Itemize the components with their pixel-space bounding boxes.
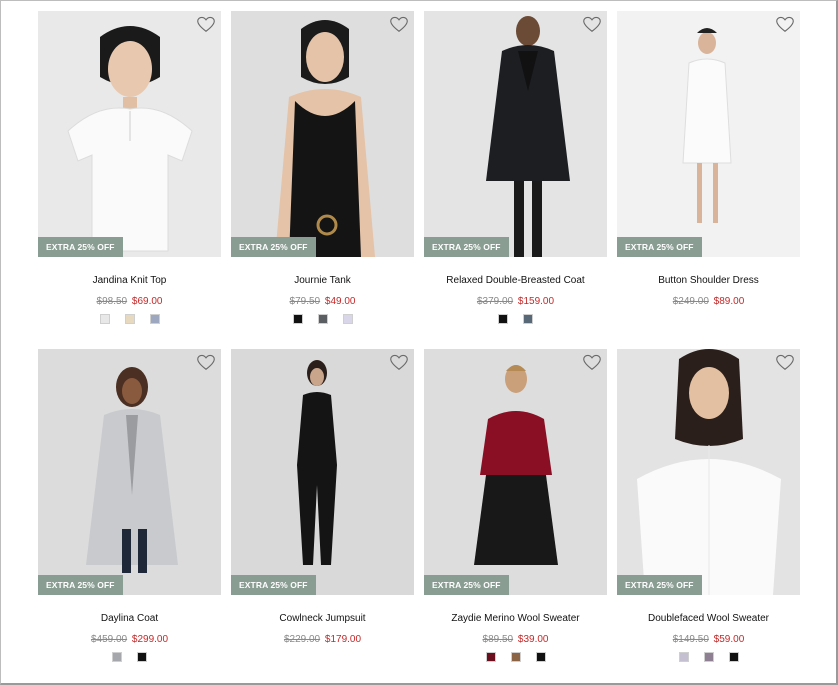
color-swatch[interactable] xyxy=(498,314,508,324)
product-price: $149.50 $59.00 xyxy=(617,633,800,647)
promo-badge: EXTRA 25% OFF xyxy=(38,237,123,257)
color-swatch[interactable] xyxy=(99,314,110,324)
product-card[interactable]: EXTRA 25% OFF Daylina Coat $459.00 $299.… xyxy=(38,349,221,685)
product-grid: EXTRA 25% OFF Jandina Knit Top $98.50 $6… xyxy=(38,11,802,685)
product-image[interactable]: EXTRA 25% OFF xyxy=(424,11,607,257)
heart-icon[interactable] xyxy=(197,354,215,371)
product-card[interactable]: EXTRA 25% OFF Doublefaced Wool Sweater $… xyxy=(617,349,800,685)
product-image[interactable]: EXTRA 25% OFF xyxy=(617,11,800,257)
product-image[interactable]: EXTRA 25% OFF xyxy=(231,349,414,595)
color-swatches xyxy=(38,314,221,324)
product-card[interactable]: EXTRA 25% OFF Jandina Knit Top $98.50 $6… xyxy=(38,11,221,349)
product-photo xyxy=(38,11,221,257)
heart-icon[interactable] xyxy=(583,354,601,371)
original-price: $249.00 xyxy=(672,296,709,307)
promo-badge: EXTRA 25% OFF xyxy=(231,237,316,257)
sale-price: $49.00 xyxy=(324,296,356,307)
original-price: $79.50 xyxy=(289,296,321,307)
color-swatch[interactable] xyxy=(137,652,147,662)
product-price: $98.50 $69.00 xyxy=(38,295,221,309)
color-swatch[interactable] xyxy=(678,652,689,662)
color-swatch[interactable] xyxy=(149,314,160,324)
product-card[interactable]: EXTRA 25% OFF Journie Tank $79.50 $49.00 xyxy=(231,11,414,349)
color-swatch[interactable] xyxy=(728,652,739,662)
product-name[interactable]: Jandina Knit Top xyxy=(38,274,221,288)
color-swatches xyxy=(424,652,607,662)
product-photo xyxy=(617,11,800,257)
color-swatch[interactable] xyxy=(510,652,521,662)
product-image[interactable]: EXTRA 25% OFF xyxy=(424,349,607,595)
product-card[interactable]: EXTRA 25% OFF Zaydie Merino Wool Sweater… xyxy=(424,349,607,685)
color-swatches xyxy=(424,314,607,324)
heart-icon[interactable] xyxy=(390,354,408,371)
original-price: $89.50 xyxy=(482,634,514,645)
color-swatch[interactable] xyxy=(703,652,714,662)
product-name[interactable]: Daylina Coat xyxy=(38,612,221,626)
color-swatch[interactable] xyxy=(342,314,353,324)
product-name[interactable]: Zaydie Merino Wool Sweater xyxy=(424,612,607,626)
heart-icon[interactable] xyxy=(583,16,601,33)
product-image[interactable]: EXTRA 25% OFF xyxy=(38,11,221,257)
product-card[interactable]: EXTRA 25% OFF Relaxed Double-Breasted Co… xyxy=(424,11,607,349)
product-price: $249.00 $89.00 xyxy=(617,295,800,309)
original-price: $379.00 xyxy=(476,296,514,307)
heart-icon[interactable] xyxy=(776,354,794,371)
product-photo xyxy=(231,349,414,595)
promo-badge: EXTRA 25% OFF xyxy=(617,575,702,595)
product-price: $459.00 $299.00 xyxy=(38,633,221,647)
product-photo xyxy=(38,349,221,595)
product-image[interactable]: EXTRA 25% OFF xyxy=(231,11,414,257)
product-card[interactable]: EXTRA 25% OFF Button Shoulder Dress $249… xyxy=(617,11,800,349)
heart-icon[interactable] xyxy=(390,16,408,33)
color-swatches xyxy=(617,652,800,662)
color-swatch[interactable] xyxy=(535,652,546,662)
product-photo xyxy=(424,349,607,595)
promo-badge: EXTRA 25% OFF xyxy=(424,575,509,595)
sale-price: $69.00 xyxy=(131,296,163,307)
color-swatch[interactable] xyxy=(112,652,122,662)
product-price: $229.00 $179.00 xyxy=(231,633,414,647)
original-price: $149.50 xyxy=(672,634,709,645)
sale-price: $59.00 xyxy=(713,634,745,645)
product-photo xyxy=(231,11,414,257)
color-swatch[interactable] xyxy=(124,314,135,324)
sale-price: $179.00 xyxy=(324,634,362,645)
original-price: $229.00 xyxy=(283,634,321,645)
heart-icon[interactable] xyxy=(776,16,794,33)
product-name[interactable]: Doublefaced Wool Sweater xyxy=(617,612,800,626)
heart-icon[interactable] xyxy=(197,16,215,33)
product-price: $79.50 $49.00 xyxy=(231,295,414,309)
original-price: $459.00 xyxy=(90,634,128,645)
product-image[interactable]: EXTRA 25% OFF xyxy=(38,349,221,595)
product-photo xyxy=(617,349,800,595)
product-price: $379.00 $159.00 xyxy=(424,295,607,309)
sale-price: $89.00 xyxy=(713,296,745,307)
product-name[interactable]: Button Shoulder Dress xyxy=(617,274,800,288)
color-swatches xyxy=(38,652,221,662)
promo-badge: EXTRA 25% OFF xyxy=(617,237,702,257)
product-image[interactable]: EXTRA 25% OFF xyxy=(617,349,800,595)
color-swatches xyxy=(231,314,414,324)
promo-badge: EXTRA 25% OFF xyxy=(231,575,316,595)
color-swatch[interactable] xyxy=(485,652,496,662)
color-swatch[interactable] xyxy=(292,314,303,324)
product-card[interactable]: EXTRA 25% OFF Cowlneck Jumpsuit $229.00 … xyxy=(231,349,414,685)
original-price: $98.50 xyxy=(96,296,128,307)
color-swatch[interactable] xyxy=(317,314,328,324)
product-photo xyxy=(424,11,607,257)
sale-price: $39.00 xyxy=(517,634,549,645)
color-swatch[interactable] xyxy=(523,314,533,324)
sale-price: $299.00 xyxy=(131,634,169,645)
promo-badge: EXTRA 25% OFF xyxy=(424,237,509,257)
product-name[interactable]: Relaxed Double-Breasted Coat xyxy=(424,274,607,288)
promo-badge: EXTRA 25% OFF xyxy=(38,575,123,595)
product-name[interactable]: Cowlneck Jumpsuit xyxy=(231,612,414,626)
sale-price: $159.00 xyxy=(517,296,555,307)
product-price: $89.50 $39.00 xyxy=(424,633,607,647)
product-name[interactable]: Journie Tank xyxy=(231,274,414,288)
